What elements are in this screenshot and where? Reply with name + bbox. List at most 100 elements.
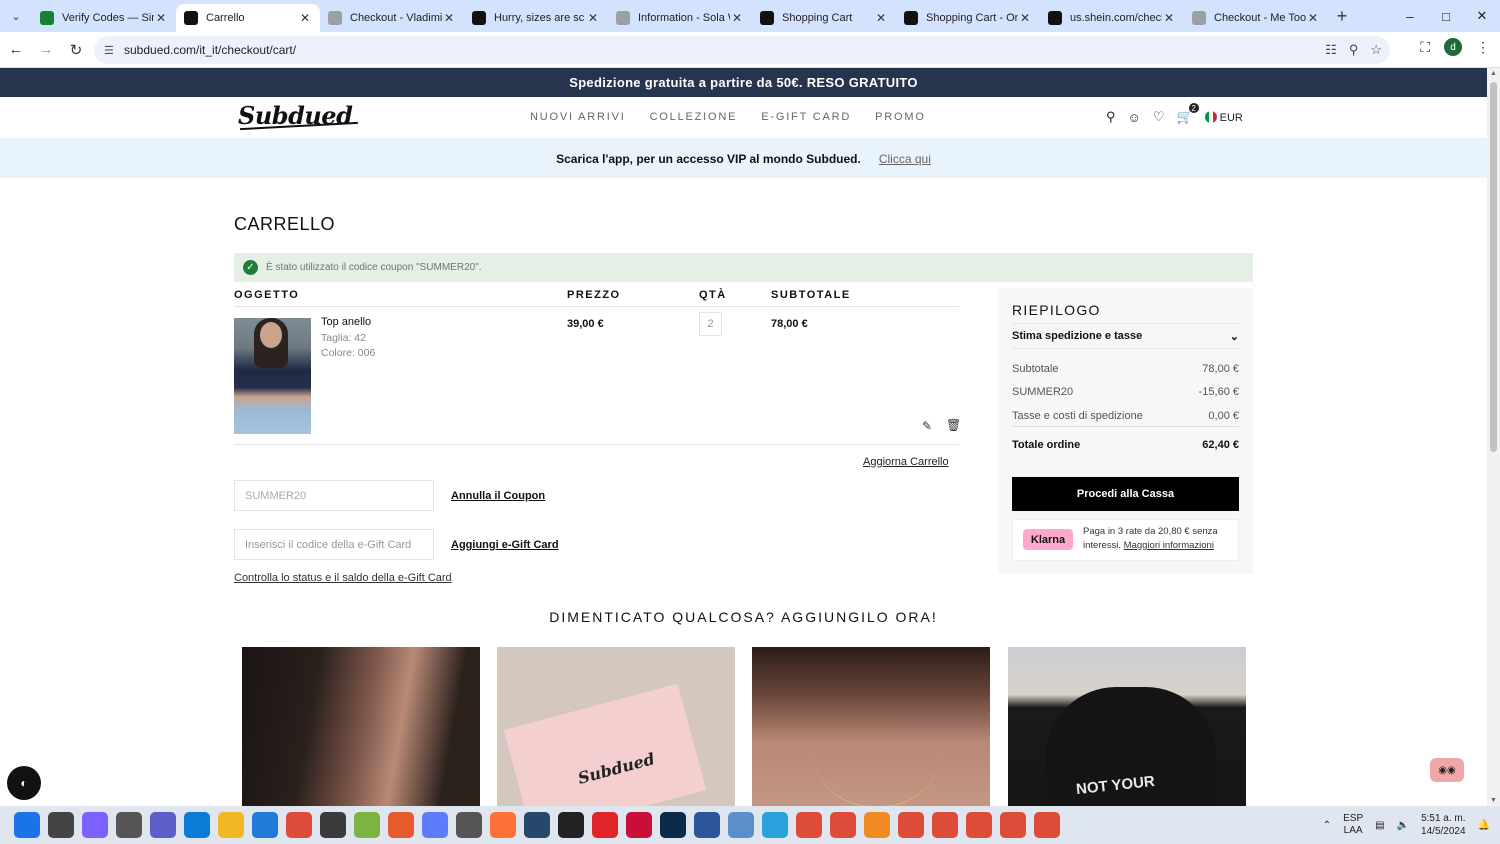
teams-icon[interactable] (150, 812, 176, 838)
url-bar[interactable]: ☰ subdued.com/it_it/checkout/cart/ ☷ ⚲ ☆ (94, 36, 1390, 64)
account-icon[interactable]: ☺ (1128, 110, 1141, 125)
nav-item-collezione[interactable]: COLLEZIONE (650, 111, 738, 123)
language-indicator[interactable]: ESP LAA (1343, 813, 1363, 837)
recommended-product-image[interactable] (242, 647, 480, 806)
chrome-profile-icon[interactable] (898, 812, 924, 838)
gift-card-status-link[interactable]: Controlla lo status e il saldo della e-G… (234, 572, 452, 584)
tab-search-icon[interactable]: ⌄ (0, 0, 32, 32)
tab-close-icon[interactable]: ✕ (874, 11, 888, 25)
opera-icon[interactable] (592, 812, 618, 838)
tab-close-icon[interactable]: ✕ (298, 11, 312, 25)
tab-close-icon[interactable]: ✕ (1018, 11, 1032, 25)
app-power-icon[interactable] (558, 812, 584, 838)
trash-icon[interactable]: 🗑 (946, 418, 961, 432)
scrollbar-thumb[interactable] (1490, 82, 1497, 452)
reload-icon[interactable]: ↻ (62, 36, 90, 64)
chrome-profile-icon[interactable] (830, 812, 856, 838)
coupon-input[interactable] (245, 489, 433, 502)
app-photo-icon[interactable] (728, 812, 754, 838)
browser-tab[interactable]: Carrello ✕ (176, 4, 320, 32)
maximize-icon[interactable]: □ (1428, 0, 1464, 32)
site-logo[interactable]: Subdued (238, 101, 353, 130)
quantity-input[interactable]: 2 (699, 312, 722, 336)
cancel-coupon-link[interactable]: Annulla il Coupon (451, 490, 545, 502)
chrome-profile-icon[interactable] (966, 812, 992, 838)
accessibility-toggle-icon[interactable]: ◐ (7, 766, 41, 800)
update-cart-link[interactable]: Aggiorna Carrello (863, 456, 949, 468)
translate-icon[interactable]: ☷ (1325, 42, 1337, 58)
tab-close-icon[interactable]: ✕ (1162, 11, 1176, 25)
recommended-product-image[interactable]: Subdued (497, 647, 735, 806)
page-scrollbar[interactable]: ▲ ▼ (1487, 68, 1500, 806)
app-blue-icon[interactable] (422, 812, 448, 838)
windows-start-icon[interactable] (14, 812, 40, 838)
recommended-product-image[interactable]: NOT YOUR (1008, 647, 1246, 806)
bookmark-star-icon[interactable]: ☆ (1370, 42, 1382, 58)
coupon-field[interactable] (234, 480, 434, 511)
tab-close-icon[interactable]: ✕ (586, 11, 600, 25)
tab-close-icon[interactable]: ✕ (730, 11, 744, 25)
browser-tab[interactable]: Verify Codes — Simpl✕ (32, 4, 176, 32)
close-window-icon[interactable]: ✕ (1464, 0, 1500, 32)
chrome-profile-icon[interactable] (1000, 812, 1026, 838)
currency-selector[interactable]: EUR (1204, 110, 1243, 124)
notification-bell-icon[interactable]: 🔔 (1478, 820, 1490, 831)
browser-tab[interactable]: Checkout - Me Too S✕ (1184, 4, 1328, 32)
app-green-icon[interactable] (354, 812, 380, 838)
chrome-profile-icon[interactable] (932, 812, 958, 838)
extensions-icon[interactable]: ⛶ (1420, 39, 1430, 56)
site-info-icon[interactable]: ☰ (104, 44, 120, 57)
tab-close-icon[interactable]: ✕ (154, 11, 168, 25)
clock[interactable]: 5:51 a. m. 14/5/2024 (1421, 812, 1466, 838)
telegram-icon[interactable] (762, 812, 788, 838)
app-dark-icon[interactable] (524, 812, 550, 838)
minimize-icon[interactable]: – (1392, 0, 1428, 32)
volume-icon[interactable]: 🔈 (1397, 820, 1409, 831)
product-name[interactable]: Top anello (321, 316, 371, 328)
gift-card-field[interactable] (234, 529, 434, 560)
browser-tab[interactable]: Checkout - Vladimir 2✕ (320, 4, 464, 32)
cart-icon[interactable]: 🛒 2 (1176, 103, 1199, 125)
edge-icon[interactable] (184, 812, 210, 838)
scroll-up-arrow-icon[interactable]: ▲ (1487, 70, 1500, 77)
tab-close-icon[interactable]: ✕ (1306, 11, 1320, 25)
rss-icon[interactable] (864, 812, 890, 838)
back-icon[interactable]: ← (2, 36, 30, 64)
app-red-icon[interactable] (388, 812, 414, 838)
nav-item-e-gift-card[interactable]: E-GIFT CARD (761, 111, 851, 123)
browser-tab[interactable]: Shopping Cart ✕ (752, 4, 896, 32)
chrome-icon[interactable] (286, 812, 312, 838)
gift-card-input[interactable] (245, 538, 433, 551)
app-icon[interactable] (320, 812, 346, 838)
zoom-icon[interactable]: ⚲ (1349, 42, 1359, 58)
forward-icon[interactable]: → (32, 36, 60, 64)
chat-widget-icon[interactable]: ◉◉ (1430, 758, 1464, 782)
tab-close-icon[interactable]: ✕ (442, 11, 456, 25)
browser-tab[interactable]: Information - Sola W ✕ (608, 4, 752, 32)
browser-tab[interactable]: us.shein.com/checko✕ (1040, 4, 1184, 32)
browser-menu-icon[interactable]: ⋮ (1476, 39, 1490, 56)
photoshop-icon[interactable] (660, 812, 686, 838)
new-tab-button[interactable]: + (1328, 6, 1356, 27)
checkout-button[interactable]: Procedi alla Cassa (1012, 477, 1239, 511)
profile-avatar[interactable]: d (1444, 38, 1462, 56)
browser-tab[interactable]: Hurry, sizes are sc ✕ (464, 4, 608, 32)
product-image[interactable] (234, 318, 311, 434)
nav-item-nuovi-arrivi[interactable]: NUOVI ARRIVI (530, 111, 626, 123)
nav-item-promo[interactable]: PROMO (875, 111, 926, 123)
firefox-icon[interactable] (490, 812, 516, 838)
file-explorer-icon[interactable] (218, 812, 244, 838)
chrome-profile-icon[interactable] (796, 812, 822, 838)
shipping-estimate-toggle[interactable]: Stima spedizione e tasse ⌄ (1012, 323, 1239, 349)
network-icon[interactable]: ▤ (1375, 820, 1384, 831)
task-view-icon[interactable] (116, 812, 142, 838)
app-banner-link[interactable]: Clicca qui (879, 152, 931, 166)
chrome-profile-icon[interactable] (1034, 812, 1060, 838)
tray-chevron-icon[interactable]: ⌃ (1323, 820, 1331, 831)
search-icon[interactable] (48, 812, 74, 838)
word-icon[interactable] (694, 812, 720, 838)
opera-gx-icon[interactable] (626, 812, 652, 838)
pencil-edit-icon[interactable]: ✎ (922, 419, 932, 433)
store-icon[interactable] (252, 812, 278, 838)
search-icon[interactable]: ⚲ (1106, 109, 1116, 125)
